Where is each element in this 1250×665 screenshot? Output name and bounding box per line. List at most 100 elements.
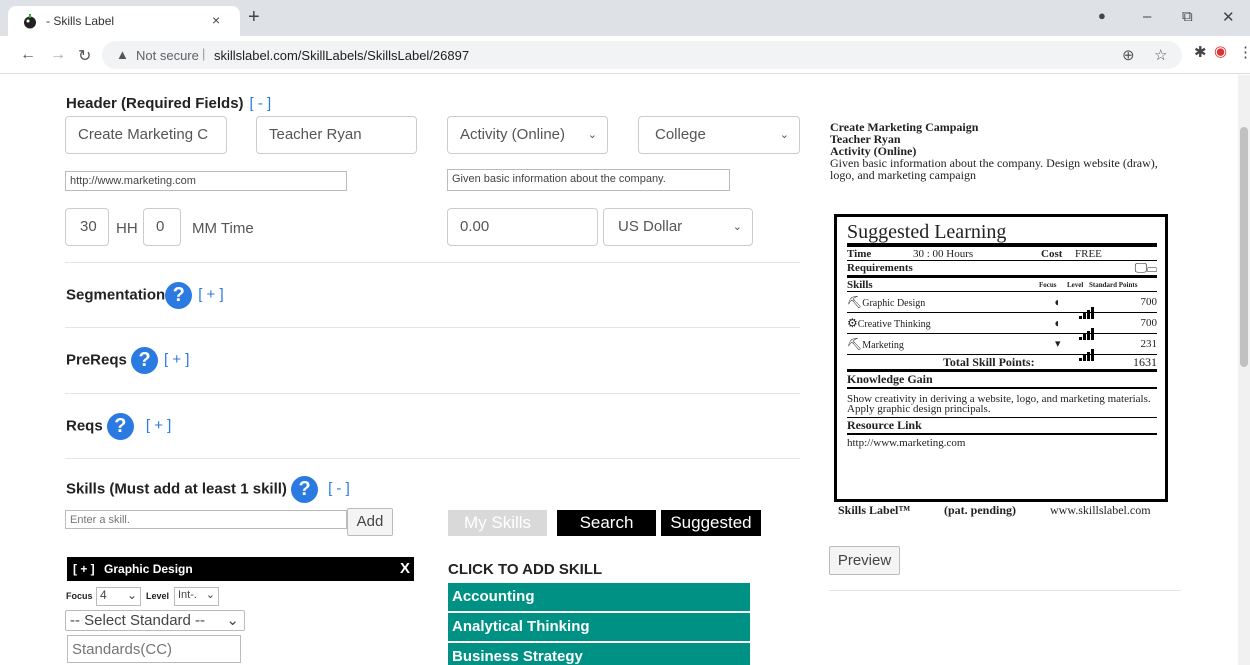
tab-my-skills[interactable]: My Skills: [448, 510, 547, 536]
focus-value: 4: [100, 588, 107, 602]
preview-button[interactable]: Preview: [829, 546, 900, 575]
reqs-text: Reqs: [66, 417, 103, 435]
standards-input[interactable]: [67, 635, 241, 663]
chevron-down-icon: ⌄: [587, 129, 597, 141]
vertical-scrollbar[interactable]: [1238, 75, 1250, 665]
segmentation-toggle[interactable]: [ + ]: [198, 286, 223, 303]
added-skill-toggle[interactable]: [ + ]: [73, 562, 95, 576]
skill-name: Graphic Design: [862, 298, 926, 309]
col-focus: Focus: [1039, 281, 1057, 289]
description-textarea[interactable]: Given basic information about the compan…: [447, 169, 730, 191]
chrome-avatar-icon[interactable]: ◉: [1214, 42, 1227, 60]
knowledge-label: Knowledge Gain: [847, 372, 933, 386]
tab-suggested[interactable]: Suggested: [661, 510, 761, 536]
click-to-add-heading: CLICK TO ADD SKILL: [448, 561, 603, 578]
header-title-text: Header (Required Fields): [66, 95, 244, 112]
activity-name-input[interactable]: Create Marketing C: [65, 116, 227, 154]
focus-label: Focus: [66, 591, 93, 601]
divider: [829, 590, 1181, 591]
footer-site: www.skillslabel.com: [1050, 503, 1151, 517]
not-secure-label[interactable]: Not secure: [136, 48, 199, 63]
level-value: College: [655, 126, 706, 143]
menu-icon[interactable]: ⋮: [1238, 43, 1250, 61]
add-skill-button[interactable]: Add: [347, 508, 393, 536]
segmentation-title: Segmentation? [ + ]: [66, 282, 224, 309]
help-icon[interactable]: ?: [106, 413, 134, 440]
col-level: Level: [1067, 281, 1084, 289]
star-icon[interactable]: ☆: [1154, 46, 1167, 64]
url-field[interactable]: http://www.marketing.com: [65, 171, 347, 191]
currency-select[interactable]: US Dollar ⌄: [603, 208, 753, 246]
computer-tablet-icon: 🖵▭: [1134, 260, 1157, 275]
scrollbar-thumb[interactable]: [1240, 127, 1248, 367]
skill-name: Marketing: [862, 340, 904, 351]
chevron-down-icon: ⌄: [205, 589, 215, 601]
hours-input[interactable]: 30: [65, 208, 109, 246]
level-select[interactable]: College ⌄: [638, 116, 800, 154]
reload-icon[interactable]: ↻: [78, 46, 91, 66]
tab-search[interactable]: Search: [557, 510, 656, 536]
chevron-down-icon: ⌄: [732, 221, 742, 233]
category-analytical-thinking[interactable]: Analytical Thinking: [448, 613, 750, 641]
skills-toggle[interactable]: [ - ]: [328, 480, 350, 497]
skill-level-select[interactable]: Int-. ⌄: [174, 587, 219, 606]
gears-icon: ⚙: [847, 316, 858, 330]
extensions-icon[interactable]: ✱: [1194, 43, 1207, 61]
resource-label: Resource Link: [847, 418, 922, 432]
forward-icon[interactable]: →: [50, 46, 66, 64]
omnibox[interactable]: ▲ Not secure | skillslabel.com/SkillLabe…: [102, 41, 1182, 69]
label-resource-row: Resource Link: [847, 418, 1157, 435]
time-label: Time: [847, 248, 872, 260]
category-accounting[interactable]: Accounting: [448, 583, 750, 611]
divider: [65, 262, 800, 263]
back-icon[interactable]: ←: [20, 46, 36, 64]
added-skill-name: Graphic Design: [104, 562, 193, 576]
teacher-input[interactable]: Teacher Ryan: [256, 116, 417, 154]
help-icon[interactable]: ?: [165, 282, 193, 309]
zoom-icon[interactable]: ⊕: [1122, 46, 1135, 64]
focus-select[interactable]: 4 ⌄: [96, 587, 141, 606]
requirements-label: Requirements: [847, 262, 913, 274]
browser-tab-bar: - Skills Label × + ● – ⧉ ✕: [0, 0, 1250, 36]
tab-title: - Skills Label: [46, 14, 115, 28]
window-close-icon[interactable]: ✕: [1222, 8, 1235, 26]
reqs-toggle[interactable]: [ + ]: [146, 417, 171, 434]
label-total-row: Total Skill Points: 1631: [847, 355, 1157, 372]
footer-pending: (pat. pending): [944, 503, 1017, 517]
standard-select-value: -- Select Standard --: [70, 612, 206, 629]
segmentation-text: Segmentation: [66, 286, 166, 304]
knowledge-text: Show creativity in deriving a website, l…: [847, 389, 1157, 418]
header-toggle[interactable]: [ - ]: [250, 95, 272, 112]
divider: [65, 327, 800, 328]
new-tab-button[interactable]: +: [248, 6, 260, 29]
currency-value: US Dollar: [618, 218, 683, 235]
cost-input[interactable]: 0.00: [447, 208, 598, 246]
prereqs-toggle[interactable]: [ + ]: [164, 351, 189, 368]
activity-type-select[interactable]: Activity (Online) ⌄: [447, 116, 608, 154]
remove-skill-button[interactable]: X: [400, 557, 410, 581]
header-section-title: Header (Required Fields) [ - ]: [66, 95, 271, 112]
time-value: 30 : 00 Hours: [913, 248, 974, 260]
label-knowledge-row: Knowledge Gain: [847, 372, 1157, 389]
url-text[interactable]: skillslabel.com/SkillLabels/SkillsLabel/…: [214, 48, 469, 63]
focus-pie-icon: ◖: [1053, 295, 1061, 309]
browser-tab[interactable]: - Skills Label ×: [8, 6, 240, 36]
label-footer: Skills Label™ (pat. pending) www.skillsl…: [838, 503, 1178, 518]
level-label: Level: [146, 591, 170, 601]
standard-select[interactable]: -- Select Standard -- ⌄: [65, 610, 245, 631]
maximize-icon[interactable]: ⧉: [1182, 8, 1193, 25]
minimize-icon[interactable]: –: [1143, 8, 1151, 25]
skill-points: 700: [1140, 296, 1158, 308]
skill-search-input[interactable]: [65, 510, 347, 529]
tab-close-icon[interactable]: ×: [212, 12, 220, 28]
divider: [65, 458, 800, 459]
help-icon[interactable]: ?: [291, 476, 319, 503]
total-label: Total Skill Points:: [943, 355, 1035, 369]
minutes-input[interactable]: 0: [143, 208, 181, 246]
help-icon[interactable]: ?: [131, 347, 159, 374]
cost-label: Cost: [1041, 248, 1063, 260]
label-skill-row: ⚙Creative Thinking ◖ 700: [847, 313, 1157, 340]
profile-icon[interactable]: ●: [1098, 8, 1106, 23]
warning-icon[interactable]: ▲: [116, 47, 129, 62]
category-business-strategy[interactable]: Business Strategy: [448, 643, 750, 665]
